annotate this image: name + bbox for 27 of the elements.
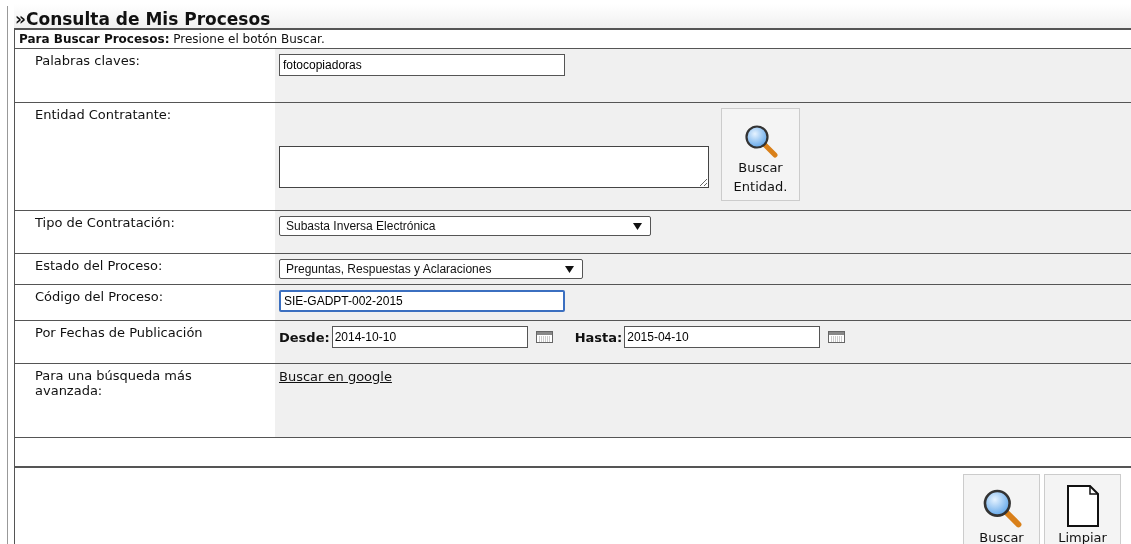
field-label: Tipo de Contratación: xyxy=(35,215,176,230)
field-label: Palabras claves: xyxy=(35,53,141,68)
search-icon xyxy=(981,488,1022,528)
field-label: Entidad Contratante: xyxy=(35,107,173,122)
dropdown[interactable]: Preguntas, Respuestas y Aclaraciones xyxy=(279,259,583,279)
dropdown[interactable]: Subasta Inversa Electrónica xyxy=(279,216,651,236)
date-field[interactable]: 2015-04-10 xyxy=(624,326,821,348)
field-label: Código del Proceso: xyxy=(35,289,165,304)
field-label: Por Fechas de Publicación xyxy=(35,325,204,340)
calendar-icon[interactable] xyxy=(828,331,846,343)
caret-icon xyxy=(633,222,642,230)
text-field[interactable]: fotocopiadoras xyxy=(279,54,565,76)
field-label: Estado del Proceso: xyxy=(35,258,164,273)
google-search-link[interactable]: Buscar en google xyxy=(279,369,392,384)
field-label: Para una búsqueda más avanzada: xyxy=(35,368,193,398)
date-label: Hasta: xyxy=(574,329,623,345)
text-area[interactable] xyxy=(279,145,709,188)
text-field[interactable]: SIE-GADPT-002-2015 xyxy=(279,290,565,312)
caret-icon xyxy=(565,265,574,273)
document-icon xyxy=(1065,484,1100,528)
clear-button[interactable]: Limpiar xyxy=(1044,474,1121,544)
calendar-icon[interactable] xyxy=(535,331,553,343)
date-field[interactable]: 2014-10-10 xyxy=(331,326,528,348)
search-entity-button[interactable]: Buscar Entidad. xyxy=(721,108,800,201)
search-icon xyxy=(743,124,778,158)
date-label: Desde: xyxy=(279,329,330,345)
search-button[interactable]: Buscar xyxy=(963,474,1040,544)
